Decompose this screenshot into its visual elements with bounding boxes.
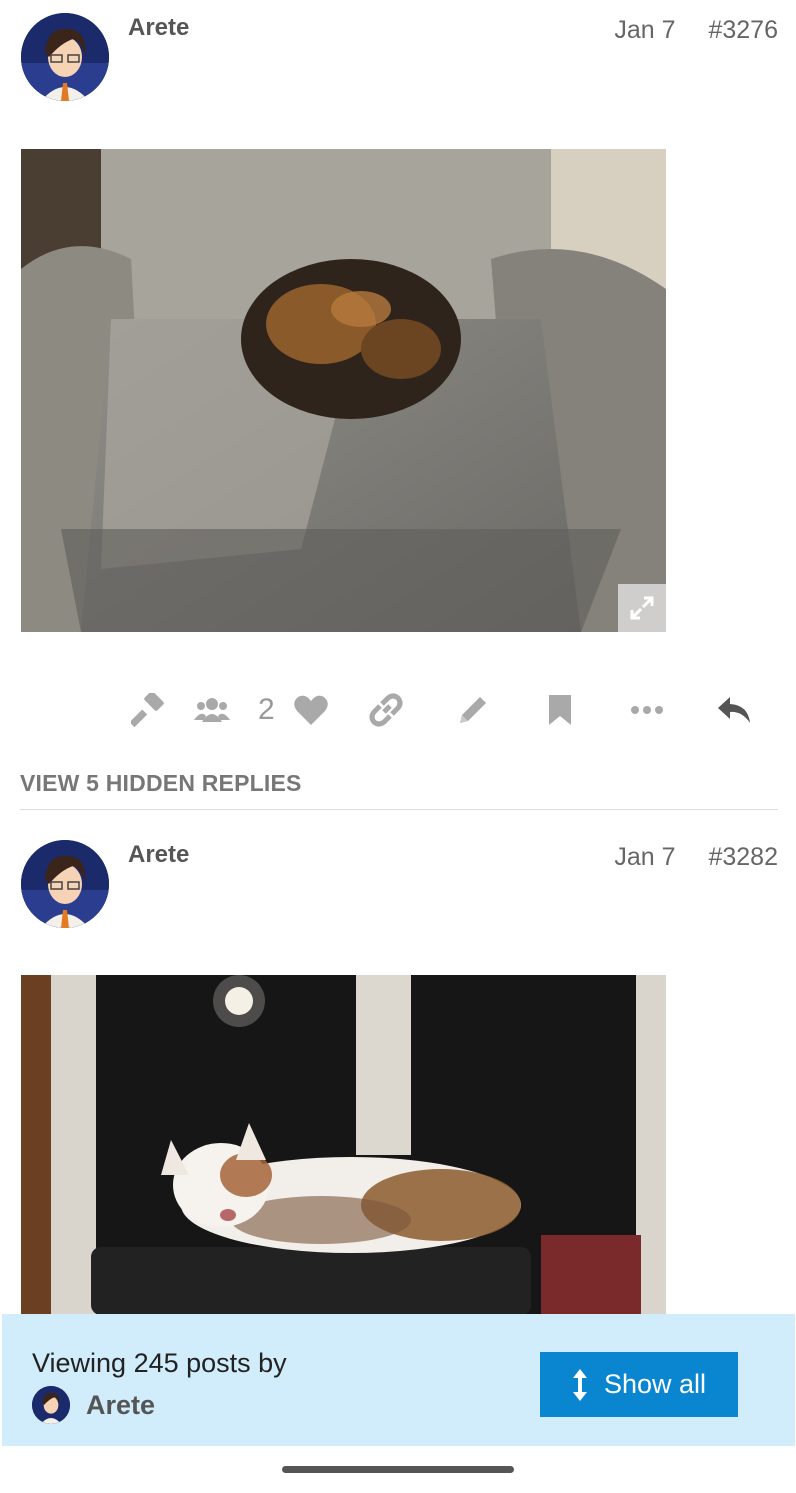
post-actions: 2 <box>0 682 796 736</box>
bookmark-icon[interactable] <box>540 690 580 730</box>
filter-text: Viewing 245 posts by <box>32 1348 287 1378</box>
like-count[interactable]: 2 <box>258 690 275 730</box>
show-all-label: Show all <box>603 1369 707 1399</box>
pencil-icon[interactable] <box>453 690 493 730</box>
heart-icon[interactable] <box>291 690 331 730</box>
more-icon[interactable] <box>627 690 667 730</box>
post-image[interactable] <box>21 975 666 1315</box>
filtered-posts-bar: Viewing 245 posts by Arete Show all <box>2 1314 795 1446</box>
admin-wrench-icon[interactable] <box>128 690 168 730</box>
divider <box>20 809 778 810</box>
group-icon[interactable] <box>192 690 232 730</box>
filter-username: Arete <box>86 1389 156 1420</box>
expand-icon[interactable] <box>618 584 666 632</box>
filter-user[interactable]: Arete <box>32 1386 155 1424</box>
post-date[interactable]: Jan 7 <box>614 16 675 44</box>
view-hidden-replies-link[interactable]: VIEW 5 HIDDEN REPLIES <box>20 770 302 797</box>
post-number[interactable]: #3276 <box>708 16 778 44</box>
vertical-arrows-icon <box>572 1368 587 1401</box>
avatar[interactable] <box>21 840 109 928</box>
avatar <box>32 1386 70 1424</box>
post-username[interactable]: Arete <box>128 14 189 42</box>
post-meta: Jan 7 #3276 <box>588 16 778 45</box>
post-username[interactable]: Arete <box>128 841 189 869</box>
post-date[interactable]: Jan 7 <box>614 843 675 871</box>
show-all-button[interactable]: Show all <box>540 1352 738 1417</box>
post-image[interactable] <box>21 149 666 632</box>
avatar[interactable] <box>21 13 109 101</box>
home-indicator[interactable] <box>282 1466 514 1473</box>
post-meta: Jan 7 #3282 <box>588 843 778 872</box>
reply-icon[interactable] <box>714 690 754 730</box>
post-number[interactable]: #3282 <box>708 843 778 871</box>
link-icon[interactable] <box>366 690 406 730</box>
